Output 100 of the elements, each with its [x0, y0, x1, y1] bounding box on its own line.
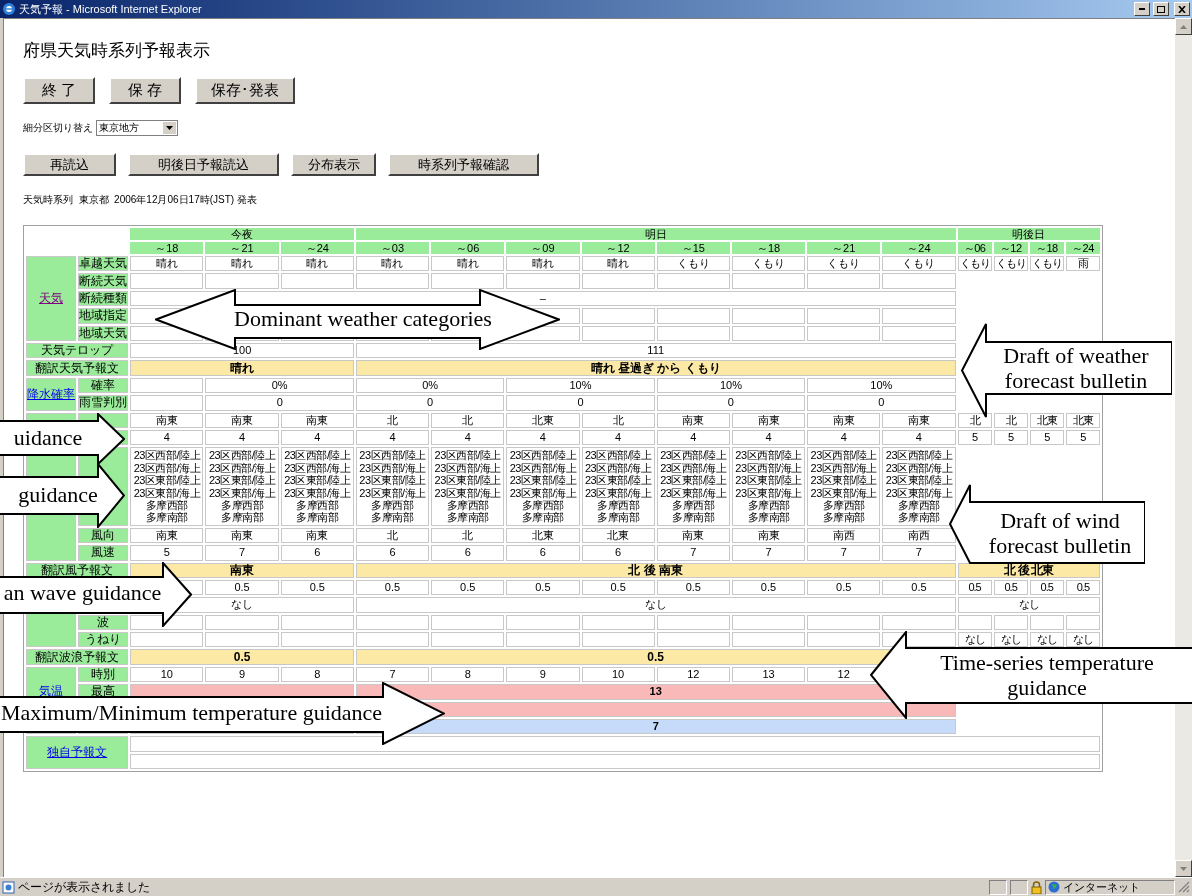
table-cell: くもり — [957, 256, 992, 272]
table-cell: 北 — [581, 412, 655, 428]
area-name: 23区東部/陸上 — [283, 474, 352, 487]
table-cell: 7 — [731, 545, 806, 561]
table-cell: 10% — [656, 377, 806, 394]
toolbar-button[interactable]: 再読込 — [23, 153, 116, 176]
area-name: 多摩西部 — [596, 498, 640, 511]
table-cell: 北東 — [581, 527, 655, 544]
toolbar-button[interactable]: 時系列予報確認 — [388, 153, 539, 176]
area-name: 23区東部/海上 — [207, 486, 277, 499]
row-header: 雨雪判別 — [78, 395, 129, 411]
area-name: 23区西部/海上 — [358, 461, 427, 474]
column-header: ～24 — [280, 242, 354, 254]
row-header: 時別 — [78, 666, 129, 683]
area-name: 23区西部/海上 — [884, 461, 954, 474]
caret-up-icon — [1180, 24, 1187, 29]
table-cell: 南東 — [656, 527, 730, 544]
area-name: 多摩西部 — [144, 498, 188, 511]
area-name: 23区東部/海上 — [583, 486, 653, 499]
column-header: ～21 — [205, 242, 279, 254]
area-name: 23区西部/陸上 — [508, 449, 578, 462]
table-cell: 晴れ — [130, 360, 354, 376]
minimize-icon — [1139, 8, 1145, 10]
table-cell: 8 — [280, 666, 354, 683]
table-cell: 12 — [656, 666, 730, 683]
table-cell: 南東 — [130, 562, 354, 578]
table-cell: 9 — [506, 666, 580, 683]
table-cell: 0.5 — [731, 579, 806, 596]
table-cell: 7 — [882, 545, 956, 561]
area-name: 23区東部/海上 — [358, 486, 427, 499]
table-cell: 9 — [205, 666, 279, 683]
table-cell: 5 — [130, 545, 204, 561]
table-cell: くもり — [993, 256, 1028, 272]
table-cell: 0.5 — [431, 579, 505, 596]
area-name: 23区東部/陸上 — [433, 474, 502, 487]
table-cell: なし — [957, 597, 1100, 613]
column-header: ～24 — [1065, 242, 1100, 254]
area-name: 23区西部/海上 — [734, 461, 803, 474]
table-cell: 4 — [581, 429, 655, 446]
status-panel — [1010, 879, 1028, 895]
table-cell: 0 — [205, 395, 354, 411]
table-cell — [957, 614, 992, 631]
area-name: 多摩西部 — [746, 498, 790, 511]
table-cell: 南東 — [731, 527, 806, 544]
maximize-button[interactable] — [1153, 2, 1169, 16]
table-cell: 7 — [355, 666, 430, 683]
lock-icon — [1031, 880, 1042, 894]
close-button[interactable] — [1174, 2, 1190, 16]
section-link[interactable]: 天気 — [39, 290, 64, 305]
section-link[interactable]: 気温 — [39, 684, 64, 699]
row-header: 確率 — [78, 377, 129, 394]
table-cell: 13 — [731, 666, 806, 683]
column-header: ～12 — [993, 242, 1028, 254]
area-name: 多摩西部 — [370, 498, 414, 511]
area-name: 多摩西部 — [821, 498, 865, 511]
area-name: 23区西部/海上 — [433, 461, 502, 474]
toolbar-button[interactable]: 明後日予報読込 — [128, 153, 279, 176]
table-cell: 晴れ 昼過ぎ から くもり — [355, 360, 956, 376]
table-cell: 0.5 — [1029, 579, 1064, 596]
section-link[interactable]: 独自予報文 — [47, 745, 108, 760]
maximize-icon — [1157, 5, 1165, 13]
minimize-button[interactable] — [1134, 2, 1150, 16]
table-cell: くもり — [807, 256, 881, 272]
area-name: 23区東部/陸上 — [583, 474, 653, 487]
column-header: ～18 — [1029, 242, 1064, 254]
table-cell: 100 — [130, 342, 354, 359]
column-header: ～18 — [130, 242, 204, 254]
table-cell: 0 — [807, 395, 956, 411]
area-name: 23区東部/陸上 — [809, 474, 878, 487]
area-name: 23区東部/陸上 — [734, 474, 803, 487]
area-name: 23区西部/海上 — [659, 461, 728, 474]
toolbar-button[interactable]: 終 了 — [23, 77, 95, 104]
area-name: 23区西部/陸上 — [583, 449, 653, 462]
row-header: 翻訳波浪予報文 — [26, 649, 129, 665]
table-cell: 4 — [130, 429, 204, 446]
row-header: 断続天気 — [78, 273, 129, 289]
section-link[interactable]: 降水確率 — [27, 386, 76, 401]
area-name: 23区西部/陸上 — [884, 449, 954, 462]
table-cell: 0.5 — [807, 579, 881, 596]
table-cell: 10% — [807, 377, 956, 394]
area-name: 多摩南部 — [671, 511, 716, 524]
vertical-scrollbar[interactable] — [1175, 18, 1192, 877]
scroll-down-button[interactable] — [1175, 860, 1192, 877]
table-cell: 0.5 — [280, 579, 354, 596]
table-cell: 0 — [355, 395, 505, 411]
area-name: 23区東部/陸上 — [207, 474, 277, 487]
row-header: 風速 — [78, 545, 129, 561]
district-select[interactable]: 東京地方 — [96, 120, 178, 136]
column-header: ～03 — [355, 242, 430, 254]
table-cell: 南東 — [205, 527, 279, 544]
toolbar-button[interactable]: 保存･発表 — [195, 77, 295, 104]
table-cell: 南東 — [205, 412, 279, 428]
toolbar-button[interactable]: 保 存 — [109, 77, 181, 104]
area-name: 多摩西部 — [671, 498, 715, 511]
callout-text: Draft of wind forecast bulletin — [987, 508, 1133, 558]
toolbar-button[interactable]: 分布表示 — [291, 153, 376, 176]
table-cell: 北東 — [506, 412, 580, 428]
table-cell: 0.5 — [581, 579, 655, 596]
scroll-up-button[interactable] — [1175, 18, 1192, 35]
page-title: 府県天気時系列予報表示 — [23, 40, 210, 62]
